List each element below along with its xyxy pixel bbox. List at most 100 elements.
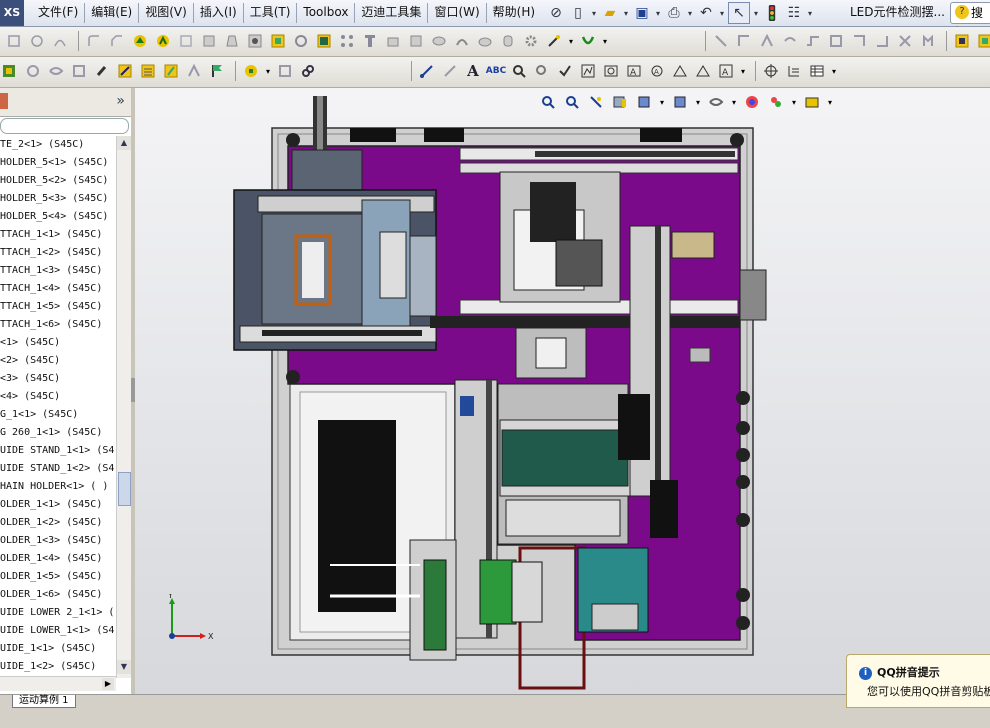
options-icon[interactable]: ☷	[784, 3, 804, 23]
scroll-right-icon[interactable]: ▶	[102, 678, 114, 690]
menu-insert[interactable]: 插入(I)	[194, 0, 243, 26]
link-icon[interactable]	[298, 61, 318, 81]
chevron-down-icon[interactable]: ▾	[806, 3, 814, 23]
bom-icon[interactable]	[138, 61, 158, 81]
tree-item[interactable]: G 260_1<1> (S45C)	[0, 424, 116, 442]
component-properties-icon[interactable]	[241, 61, 261, 81]
chevron-down-icon[interactable]: ▾	[830, 61, 838, 81]
mirror-icon[interactable]	[268, 31, 288, 51]
interference-icon[interactable]	[452, 31, 472, 51]
jog-icon[interactable]	[803, 31, 823, 51]
pattern-icon[interactable]	[291, 31, 311, 51]
draft-icon[interactable]	[222, 31, 242, 51]
hole-wizard-icon[interactable]	[245, 31, 265, 51]
menu-view[interactable]: 视图(V)	[139, 0, 193, 26]
table-icon[interactable]	[807, 61, 827, 81]
assembly-features-icon[interactable]	[69, 61, 89, 81]
mate-icon[interactable]	[314, 31, 334, 51]
view-orientation-icon[interactable]	[634, 92, 654, 112]
closed-corner-icon[interactable]	[849, 31, 869, 51]
welded-corner-icon[interactable]	[872, 31, 892, 51]
centerline-icon[interactable]	[784, 61, 804, 81]
linear-pattern-icon[interactable]	[337, 31, 357, 51]
check-mark-icon[interactable]	[555, 61, 575, 81]
tree-item[interactable]: OLDER_1<4> (S45C)	[0, 550, 116, 568]
wrap-icon[interactable]	[130, 31, 150, 51]
magic-wand-icon[interactable]	[544, 31, 564, 51]
tab-motion-study[interactable]: 运动算例 1	[12, 695, 76, 708]
tree-item[interactable]: UIDE STAND_1<2> (S4	[0, 460, 116, 478]
centermark-icon[interactable]	[761, 61, 781, 81]
chevron-down-icon[interactable]: ▾	[567, 31, 575, 51]
tree-item[interactable]: HAIN HOLDER<1> ( )	[0, 478, 116, 496]
zoom-to-fit-icon[interactable]	[538, 92, 558, 112]
tree-item[interactable]: OLDER_1<6> (S45C)	[0, 586, 116, 604]
tree-item[interactable]: <4> (S45C)	[0, 388, 116, 406]
chevron-down-icon[interactable]: ▾	[739, 61, 747, 81]
insert-component-icon[interactable]	[0, 61, 20, 81]
print-icon[interactable]: ⎙	[664, 3, 684, 23]
menu-file[interactable]: 文件(F)	[32, 0, 84, 26]
extrude-icon[interactable]	[4, 31, 24, 51]
appearance-icon[interactable]	[742, 92, 762, 112]
miter-flange-icon[interactable]	[757, 31, 777, 51]
rotate-component-icon[interactable]	[406, 31, 426, 51]
rebuild-traffic-light-icon[interactable]	[762, 3, 782, 23]
tree-item[interactable]: TTACH_1<4> (S45C)	[0, 280, 116, 298]
tree-item[interactable]: <1> (S45C)	[0, 334, 116, 352]
scene-icon[interactable]	[766, 92, 786, 112]
sketched-bend-icon[interactable]	[826, 31, 846, 51]
chevron-down-icon[interactable]: ▾	[790, 92, 798, 112]
menu-tools[interactable]: 工具(T)	[244, 0, 297, 26]
undo-icon[interactable]: ↶	[696, 3, 716, 23]
tree-item[interactable]: OLDER_1<1> (S45C)	[0, 496, 116, 514]
paperclip-icon[interactable]	[92, 61, 112, 81]
menu-window[interactable]: 窗口(W)	[428, 0, 485, 26]
previous-view-icon[interactable]	[586, 92, 606, 112]
note-text-icon[interactable]: A	[463, 61, 483, 81]
tree-filter-input[interactable]	[0, 118, 129, 134]
rib-icon[interactable]	[199, 31, 219, 51]
section-view-icon[interactable]	[610, 92, 630, 112]
scroll-up-icon[interactable]: ▲	[117, 136, 131, 150]
tree-item[interactable]: TTACH_1<5> (S45C)	[0, 298, 116, 316]
ime-notification[interactable]: i QQ拼音提示 您可以使用QQ拼音剪贴板	[846, 654, 990, 708]
pin-icon[interactable]: ⊘	[546, 3, 566, 23]
balloon-icon[interactable]	[532, 61, 552, 81]
new-document-icon[interactable]: ▯	[568, 3, 588, 23]
hole-callout-icon[interactable]	[693, 61, 713, 81]
scroll-down-icon[interactable]: ▼	[117, 660, 131, 674]
spring-icon[interactable]	[578, 31, 598, 51]
chevron-down-icon[interactable]: ▾	[601, 31, 609, 51]
scroll-thumb[interactable]	[118, 472, 131, 506]
model-items-icon[interactable]	[440, 61, 460, 81]
tree-item[interactable]: <3> (S45C)	[0, 370, 116, 388]
smart-mates-icon[interactable]	[23, 61, 43, 81]
tree-item[interactable]: UIDE_1<2> (S45C)	[0, 658, 116, 676]
tree-horizontal-scrollbar[interactable]: ▶	[0, 676, 116, 691]
reference-geometry-icon[interactable]	[115, 61, 135, 81]
open-folder-icon[interactable]: ▰	[600, 3, 620, 23]
tree-item[interactable]: HOLDER_5<2> (S45C)	[0, 172, 116, 190]
feature-manager-tab[interactable]	[0, 93, 8, 109]
chevron-down-icon[interactable]: ▾	[686, 3, 694, 23]
move-component-icon[interactable]	[383, 31, 403, 51]
graphics-viewport[interactable]: ▾ ▾ ▾ ▾ ▾ Y X	[135, 88, 990, 694]
tree-item[interactable]: UIDE STAND_1<1> (S4	[0, 442, 116, 460]
tree-item[interactable]: UIDE LOWER_1<1> (S4	[0, 622, 116, 640]
menu-maidi-tools[interactable]: 迈迪工具集	[355, 0, 427, 26]
expand-panel-icon[interactable]: »	[116, 93, 125, 109]
unfold-icon[interactable]	[918, 31, 938, 51]
save-icon[interactable]: ▣	[632, 3, 652, 23]
flag-icon[interactable]	[207, 61, 227, 81]
grid-icon[interactable]	[275, 61, 295, 81]
tree-item[interactable]: UIDE_1<1> (S45C)	[0, 640, 116, 658]
exploded-view-icon[interactable]	[429, 31, 449, 51]
datum-target-icon[interactable]: A	[624, 61, 644, 81]
weld-symbol-icon[interactable]	[670, 61, 690, 81]
chevron-down-icon[interactable]: ▾	[730, 92, 738, 112]
smart-dimension-icon[interactable]	[417, 61, 437, 81]
search-box[interactable]: ?搜索	[950, 2, 990, 40]
tree-item[interactable]: OLDER_1<3> (S45C)	[0, 532, 116, 550]
chevron-down-icon[interactable]: ▾	[622, 3, 630, 23]
